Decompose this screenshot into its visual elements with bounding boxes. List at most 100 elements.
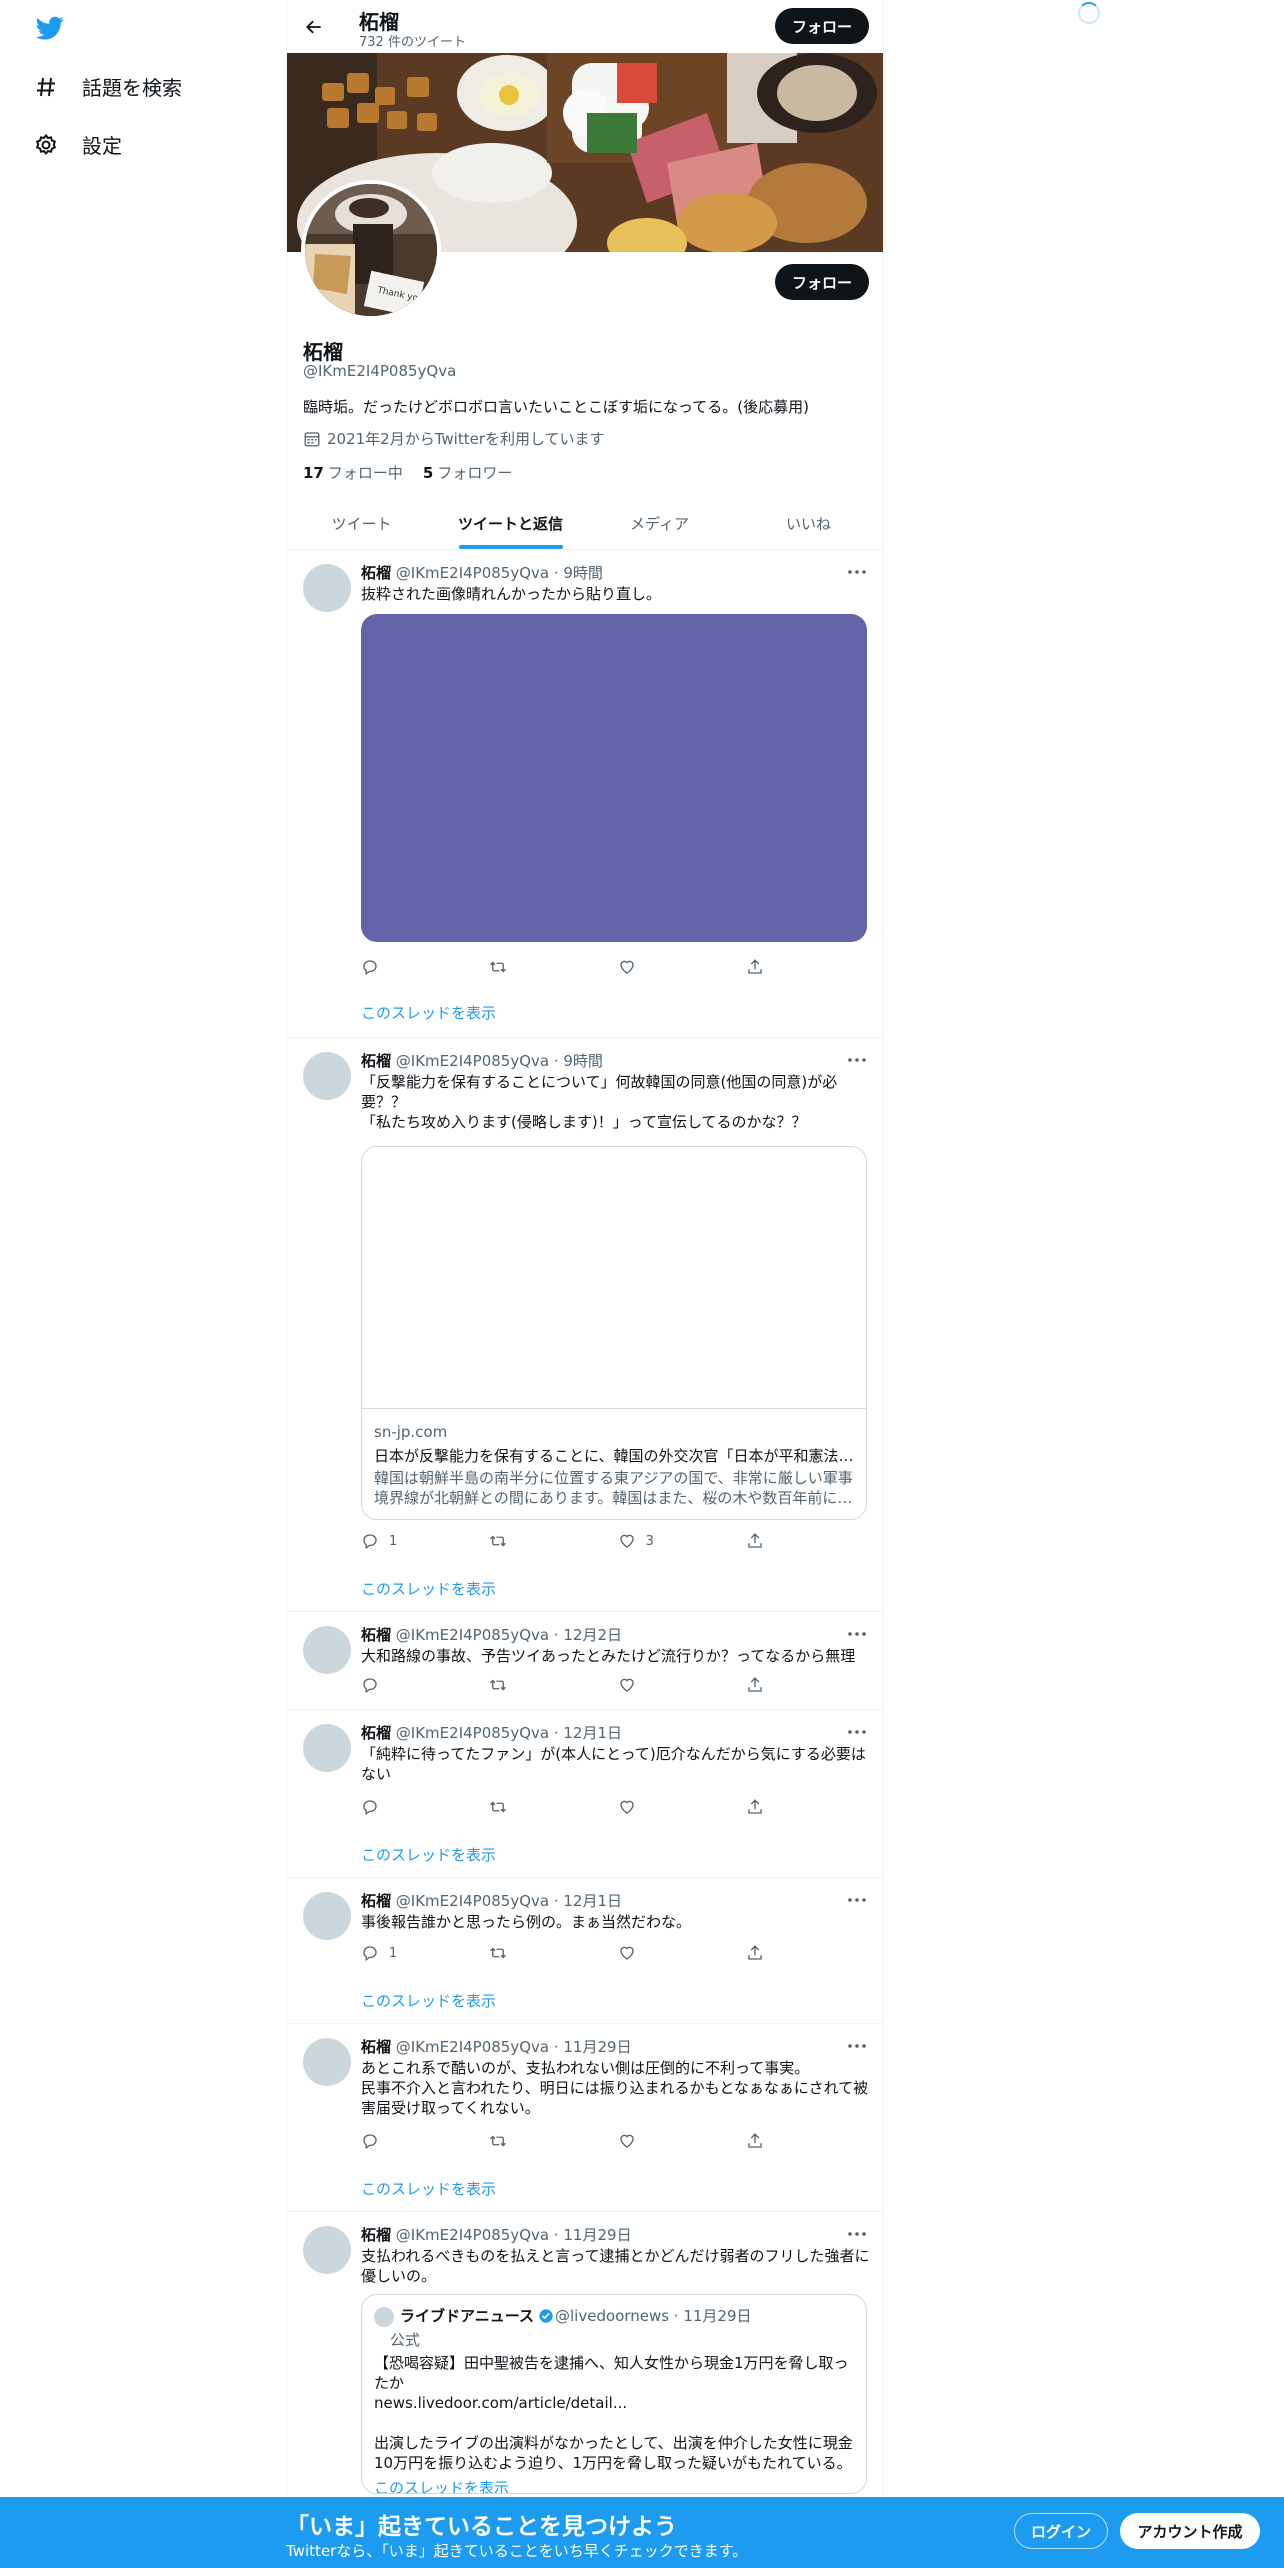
tweet-author-name[interactable]: 柘榴: [361, 564, 391, 582]
sidebar-item-settings[interactable]: 設定: [34, 130, 122, 159]
tab-tweets-and-replies[interactable]: ツイートと返信: [436, 497, 585, 549]
quoted-tweet[interactable]: ライブドアニュース @livedoornews · 11月29日 公式 【恐喝容…: [361, 2294, 867, 2494]
following-label: フォロー中: [327, 464, 403, 482]
show-thread-link[interactable]: このスレッドを表示: [361, 1002, 496, 1023]
tab-likes[interactable]: いいね: [734, 497, 883, 549]
gear-icon: [35, 133, 57, 155]
login-button[interactable]: ログイン: [1014, 2513, 1108, 2549]
tweet-meta[interactable]: @IKmE2I4P085yQva · 9時間: [396, 1052, 603, 1070]
retweet-button[interactable]: [489, 2132, 529, 2150]
retweet-button[interactable]: [489, 1676, 529, 1694]
share-icon: [748, 1533, 762, 1548]
tweet-media[interactable]: [361, 614, 867, 942]
reply-button[interactable]: [361, 1798, 401, 1816]
heart-icon: [619, 1534, 634, 1548]
avatar[interactable]: [303, 2038, 351, 2086]
show-thread-link[interactable]: このスレッドを表示: [361, 2178, 496, 2199]
more-options-icon[interactable]: [847, 1724, 867, 1740]
tweet-meta[interactable]: @IKmE2I4P085yQva · 9時間: [396, 564, 603, 582]
avatar[interactable]: [303, 2226, 351, 2274]
tweet[interactable]: 柘榴 @IKmE2I4P085yQva · 9時間 「反撃能力を保有することにつ…: [287, 1038, 883, 1612]
show-thread-link[interactable]: このスレッドを表示: [361, 1578, 496, 1599]
followers-link[interactable]: 5 フォロワー: [423, 462, 512, 483]
more-options-icon[interactable]: [847, 564, 867, 580]
show-thread-link[interactable]: このスレッドを表示: [361, 1990, 496, 2011]
like-button[interactable]: [618, 1798, 658, 1816]
tweet-author-name[interactable]: 柘榴: [361, 1724, 391, 1742]
like-button[interactable]: [618, 1676, 658, 1694]
avatar[interactable]: [303, 564, 351, 612]
reply-button[interactable]: [361, 1676, 401, 1694]
like-button[interactable]: [618, 1944, 658, 1962]
tweet-author-name[interactable]: 柘榴: [361, 2038, 391, 2056]
more-options-icon[interactable]: [847, 1892, 867, 1908]
tweet[interactable]: 柘榴 @IKmE2I4P085yQva · 9時間 抜粋された画像晴れんかったか…: [287, 550, 883, 1038]
tweet-meta[interactable]: @IKmE2I4P085yQva · 11月29日: [396, 2226, 632, 2244]
avatar[interactable]: [303, 1626, 351, 1674]
more-options-icon[interactable]: [847, 1052, 867, 1068]
reply-button[interactable]: 1: [361, 1944, 401, 1962]
tweet-meta[interactable]: @IKmE2I4P085yQva · 12月2日: [396, 1626, 622, 1644]
tab-media[interactable]: メディア: [585, 497, 734, 549]
tweet-author-name[interactable]: 柘榴: [361, 1052, 391, 1070]
tweet[interactable]: 柘榴 @IKmE2I4P085yQva · 12月2日 大和路線の事故、予告ツイ…: [287, 1612, 883, 1710]
link-card[interactable]: sn-jp.com 日本が反撃能力を保有することに、韓国の外交次官「日本が平和憲…: [361, 1146, 867, 1520]
back-button[interactable]: [299, 12, 329, 42]
twitter-logo-icon[interactable]: [34, 14, 66, 42]
avatar[interactable]: [303, 1052, 351, 1100]
tweet-header: 柘榴 @IKmE2I4P085yQva · 9時間: [361, 1050, 603, 1071]
header-follow-button[interactable]: フォロー: [775, 8, 869, 44]
show-thread-link[interactable]: このスレッドを表示: [361, 1844, 496, 1865]
more-options-icon[interactable]: [847, 2226, 867, 2242]
tweet-author-name[interactable]: 柘榴: [361, 1626, 391, 1644]
tweet-header: 柘榴 @IKmE2I4P085yQva · 12月2日: [361, 1624, 622, 1645]
like-button[interactable]: 3: [618, 1532, 658, 1550]
show-thread-link[interactable]: このスレッドを表示: [374, 2477, 509, 2493]
share-button[interactable]: [746, 1944, 786, 1962]
joined-text: 2021年2月からTwitterを利用しています: [327, 430, 605, 448]
calendar-icon: [304, 431, 320, 446]
tweet[interactable]: 柘榴 @IKmE2I4P085yQva · 11月29日 あとこれ系で酷いのが、…: [287, 2024, 883, 2212]
hashtag-icon: [37, 77, 55, 96]
quoted-avatar: [374, 2307, 394, 2327]
retweet-button[interactable]: [489, 1798, 529, 1816]
more-options-icon[interactable]: [847, 2038, 867, 2054]
following-count: 17: [303, 464, 324, 482]
tweet[interactable]: 柘榴 @IKmE2I4P085yQva · 12月1日 「純粋に待ってたファン」…: [287, 1710, 883, 1878]
share-button[interactable]: [746, 2132, 786, 2150]
profile-avatar[interactable]: Thank you: [301, 180, 441, 320]
tweet[interactable]: 柘榴 @IKmE2I4P085yQva · 12月1日 事後報告誰かと思ったら例…: [287, 1878, 883, 2024]
share-button[interactable]: [746, 1676, 786, 1694]
tweet-text: 抜粋された画像晴れんかったから貼り直し。: [361, 585, 662, 603]
like-button[interactable]: [618, 958, 658, 976]
like-button[interactable]: [618, 2132, 658, 2150]
avatar[interactable]: [303, 1892, 351, 1940]
tweet-count: 732 件のツイート: [359, 35, 466, 50]
share-button[interactable]: [746, 958, 786, 976]
tweet-author-name[interactable]: 柘榴: [361, 1892, 391, 1910]
sidebar-item-explore[interactable]: 話題を検索: [34, 72, 182, 101]
retweet-button[interactable]: [489, 1944, 529, 1962]
retweet-button[interactable]: [489, 1532, 529, 1550]
retweet-button[interactable]: [489, 958, 529, 976]
tweet-author-name[interactable]: 柘榴: [361, 2226, 391, 2244]
tweet-meta[interactable]: @IKmE2I4P085yQva · 12月1日: [396, 1892, 622, 1910]
reply-button[interactable]: 1: [361, 1532, 401, 1550]
signup-button[interactable]: アカウント作成: [1120, 2513, 1260, 2549]
share-icon: [748, 1945, 762, 1960]
loading-spinner-icon: [1078, 2, 1100, 24]
profile-name: 柘榴: [303, 340, 343, 364]
profile-follow-button[interactable]: フォロー: [775, 264, 869, 300]
share-button[interactable]: [746, 1798, 786, 1816]
tab-tweets[interactable]: ツイート: [287, 497, 436, 549]
reply-button[interactable]: [361, 2132, 401, 2150]
tweet-meta[interactable]: @IKmE2I4P085yQva · 12月1日: [396, 1724, 622, 1742]
avatar[interactable]: [303, 1724, 351, 1772]
tweet-meta[interactable]: @IKmE2I4P085yQva · 11月29日: [396, 2038, 632, 2056]
reply-button[interactable]: [361, 958, 401, 976]
following-link[interactable]: 17 フォロー中: [303, 462, 403, 483]
heart-icon: [619, 1678, 634, 1692]
tweet-actions: [361, 1676, 786, 1694]
share-button[interactable]: [746, 1532, 786, 1550]
more-options-icon[interactable]: [847, 1626, 867, 1642]
